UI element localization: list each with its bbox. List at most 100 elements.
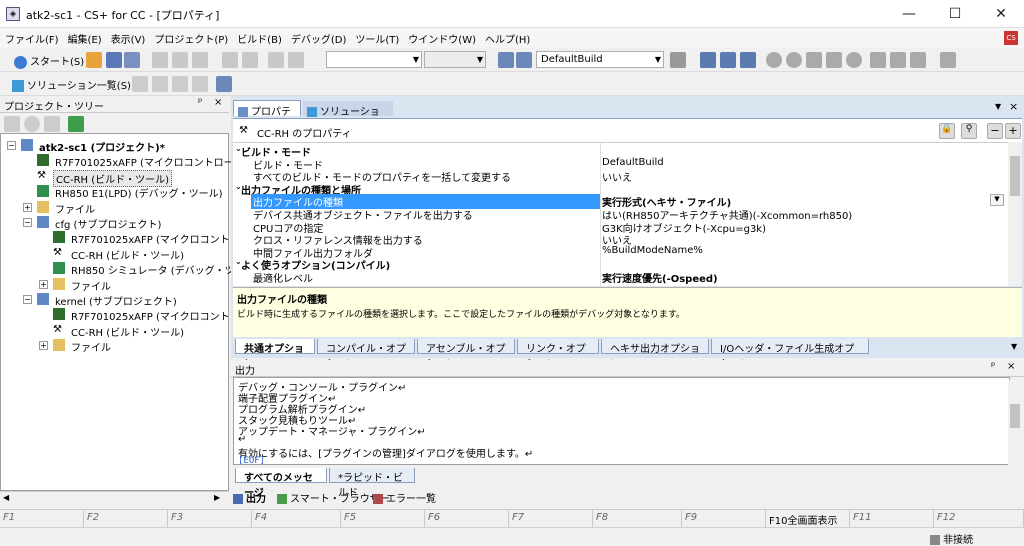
expand-icon[interactable]: + — [39, 279, 48, 289]
menu-window[interactable]: ウインドウ(W) — [403, 28, 480, 46]
menu-tools[interactable]: ツール(T) — [350, 28, 403, 46]
search-combo[interactable]: ▼ — [326, 51, 422, 68]
tab-option-4[interactable]: ヘキサ出力オプション — [601, 339, 709, 370]
menu-project[interactable]: プロジェクト(P) — [149, 28, 232, 46]
chevron-down-icon[interactable]: ▼ — [1011, 342, 1017, 351]
property-category[interactable]: ⌄ よく使うオプション(コンパイル) — [233, 257, 1003, 272]
reset-icon[interactable] — [870, 52, 886, 68]
save-all-icon[interactable] — [124, 52, 140, 68]
collapse-icon[interactable]: − — [987, 123, 1003, 139]
function-key-7[interactable]: F7 — [509, 510, 593, 527]
debug-tool-icon[interactable] — [940, 52, 956, 68]
tree-horizontal-scrollbar[interactable]: ◀ ▶ — [0, 491, 229, 505]
replace-icon[interactable] — [288, 52, 304, 68]
rebuild-icon[interactable] — [516, 52, 532, 68]
collapse-icon[interactable]: − — [23, 295, 32, 304]
close-icon[interactable]: × — [1007, 361, 1015, 372]
connect-icon[interactable] — [720, 52, 736, 68]
maximize-button[interactable]: ☐ — [932, 0, 978, 28]
close-icon[interactable]: × — [214, 97, 222, 108]
tab-list-icon[interactable]: ▼ — [995, 102, 1001, 111]
step-return-icon[interactable] — [846, 52, 862, 68]
chevron-down-icon[interactable]: ▼ — [990, 194, 1004, 207]
menu-debug[interactable]: デバッグ(D) — [286, 28, 351, 46]
function-key-4[interactable]: F4 — [252, 510, 341, 527]
bottom-tab-2[interactable]: エラー一覧 — [373, 490, 436, 505]
function-key-9[interactable]: F9 — [682, 510, 766, 527]
cut-icon[interactable] — [152, 52, 168, 68]
new-project-icon[interactable] — [86, 52, 102, 68]
property-value[interactable]: %BuildModeName% — [602, 245, 703, 256]
clock-icon[interactable] — [24, 116, 40, 132]
comment2-icon[interactable] — [172, 76, 188, 92]
scroll-left-icon[interactable]: ◀ — [3, 493, 9, 502]
tab-option-0[interactable]: 共通オプション — [235, 339, 315, 370]
expand-icon[interactable]: + — [23, 202, 32, 212]
paste-icon[interactable] — [192, 52, 208, 68]
layout-icon[interactable] — [216, 76, 232, 92]
comment3-icon[interactable] — [192, 76, 208, 92]
property-scrollbar[interactable] — [1008, 142, 1022, 286]
expand-icon[interactable]: + — [39, 341, 48, 351]
pin-icon[interactable]: ᵖ — [198, 97, 202, 108]
redo-icon[interactable] — [242, 52, 258, 68]
tab-output-0[interactable]: すべてのメッセージ — [235, 468, 327, 499]
close-button[interactable]: ✕ — [978, 0, 1024, 28]
output-scrollbar[interactable] — [1008, 380, 1022, 468]
property-row[interactable]: 最適化レベル 実行速度優先(-Ospeed) — [233, 270, 1003, 285]
function-key-1[interactable]: F1 — [0, 510, 84, 527]
run-icon[interactable] — [786, 52, 802, 68]
function-key-10[interactable]: F10全画面表示 — [766, 510, 850, 527]
tab-output-1[interactable]: *ラピッド・ビルド — [329, 468, 415, 499]
column-divider[interactable] — [600, 143, 601, 286]
download-icon[interactable] — [700, 52, 716, 68]
function-key-12[interactable]: F12 — [934, 510, 1024, 527]
scroll-right-icon[interactable]: ▶ — [214, 493, 220, 502]
property-value[interactable]: DefaultBuild — [602, 157, 664, 168]
build-tool-icon[interactable] — [670, 52, 686, 68]
function-key-8[interactable]: F8 — [593, 510, 682, 527]
stop-icon[interactable] — [766, 52, 782, 68]
property-row[interactable]: 出力ファイルの種類 実行形式(ヘキサ・ファイル) ▼ — [233, 194, 1004, 210]
menu-file[interactable]: ファイル(F) — [0, 28, 63, 46]
build-icon[interactable] — [498, 52, 514, 68]
tab-option-2[interactable]: アセンブル・オプション — [417, 339, 515, 370]
user-icon[interactable] — [44, 116, 60, 132]
property-row[interactable]: クロス・リファレンス情報を出力する いいえ — [233, 232, 1003, 247]
comment-icon[interactable] — [152, 76, 168, 92]
save-icon[interactable] — [106, 52, 122, 68]
menu-build[interactable]: ビルド(B) — [232, 28, 286, 46]
output-text[interactable]: デバッグ・コンソール・プラグイン↵ 端子配置プラグイン↵ プログラム解析プラグイン↵… — [233, 377, 1010, 465]
menu-help[interactable]: ヘルプ(H) — [480, 28, 534, 46]
step-over-icon[interactable] — [826, 52, 842, 68]
close-document-icon[interactable]: × — [1009, 100, 1018, 113]
property-row[interactable]: すべてのビルド・モードのプロパティを一括して変更する いいえ — [233, 169, 1003, 184]
function-key-3[interactable]: F3 — [168, 510, 252, 527]
pin-icon[interactable]: ᵖ — [991, 361, 995, 372]
collapse-icon[interactable]: − — [7, 141, 16, 150]
copy-icon[interactable] — [172, 52, 188, 68]
function-key-11[interactable]: F11 — [850, 510, 934, 527]
search-icon[interactable]: ⚲ — [961, 123, 977, 139]
option-combo[interactable]: ▼ — [424, 51, 486, 68]
restart-icon[interactable] — [910, 52, 926, 68]
minimize-button[interactable]: — — [886, 0, 932, 28]
step-icon[interactable] — [806, 52, 822, 68]
tab-properties[interactable]: プロパティ — [233, 100, 301, 133]
tab-option-3[interactable]: リンク・オプション — [517, 339, 599, 370]
tab-solution-list[interactable]: ソリューション一覧 — [303, 101, 393, 133]
refresh-icon[interactable] — [68, 116, 84, 132]
property-value[interactable]: 実行速度優先(-Ospeed) — [602, 270, 718, 285]
tab-option-1[interactable]: コンパイル・オプション — [317, 339, 415, 370]
cpu-reset-icon[interactable] — [890, 52, 906, 68]
sort-icon[interactable] — [4, 116, 20, 132]
find-icon[interactable] — [268, 52, 284, 68]
solution-list-button[interactable]: ソリューション一覧(S) — [12, 77, 131, 92]
menu-view[interactable]: 表示(V) — [106, 28, 150, 46]
window-icon[interactable] — [132, 76, 148, 92]
property-category[interactable]: ⌄ 出力ファイルの種類と場所 — [233, 182, 1003, 197]
property-row[interactable]: ビルド・モード DefaultBuild — [233, 157, 1003, 172]
property-row[interactable]: CPUコアの指定 G3K向けオブジェクト(-Xcpu=g3k) — [233, 220, 1003, 235]
function-key-6[interactable]: F6 — [425, 510, 509, 527]
expand-icon[interactable]: + — [1005, 123, 1021, 139]
